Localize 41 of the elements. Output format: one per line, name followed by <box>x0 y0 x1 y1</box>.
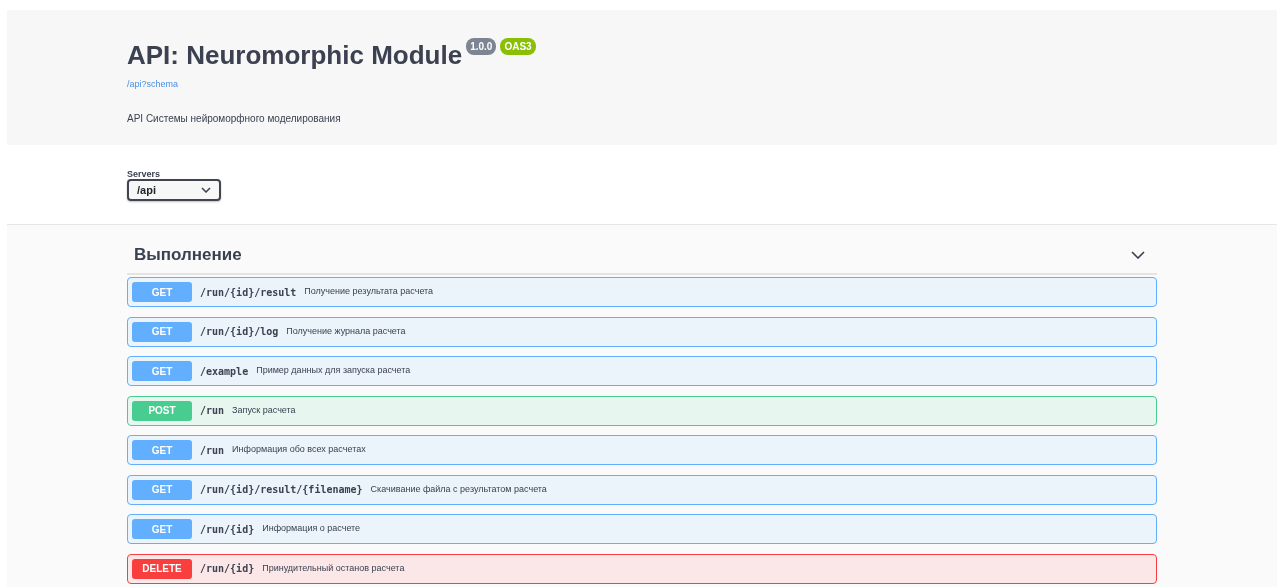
caret-icon <box>201 187 211 193</box>
api-description: API Системы нейроморфного моделирования <box>127 112 342 126</box>
chevron-icon <box>1131 251 1145 259</box>
endpoint-summary: Информация о расчете <box>262 522 361 536</box>
operation-row[interactable]: GET /run/{id}/log Получение журнала расчета <box>127 316 1157 347</box>
endpoint-path: /example <box>200 364 249 379</box>
operation-row[interactable]: GET /run/{id}/result/{filename} Скачивание файла с результатом расчета <box>127 474 1157 505</box>
operation-row[interactable]: GET /run Информация обо всех расчетах <box>127 435 1157 465</box>
servers-label: Servers <box>127 169 162 179</box>
endpoint-path: /run/{id}/result/{filename} <box>200 483 363 497</box>
method-badge: GET <box>132 519 192 539</box>
endpoint-summary: Информация обо всех расчетах <box>232 443 366 457</box>
endpoint-summary: Получение журнала расчета <box>286 324 406 338</box>
servers-select[interactable]: /api <box>127 179 221 201</box>
operation-row[interactable]: GET /example Пример данных для запуска расчета <box>127 356 1157 386</box>
operation-row[interactable]: GET /run/{id}/result Получение результата расчета <box>127 277 1157 307</box>
operation-row[interactable]: DELETE /run/{id} Принудительный останов расчета <box>127 553 1157 584</box>
spec-badge: OAS3 <box>500 38 536 55</box>
method-badge: GET <box>132 321 192 342</box>
method-badge: GET <box>132 361 192 381</box>
endpoint-summary: Пример данных для запуска расчета <box>256 364 411 378</box>
endpoint-path: /run/{id} <box>200 562 255 576</box>
endpoint-summary: Скачивание файла с результатом расчета <box>370 482 547 496</box>
method-badge: POST <box>132 400 192 421</box>
method-badge: DELETE <box>132 558 192 579</box>
method-badge: GET <box>132 282 192 302</box>
method-badge: GET <box>132 479 192 500</box>
endpoint-path: /run/{id} <box>200 522 255 537</box>
operation-row[interactable]: POST /run Запуск расчета <box>127 395 1157 426</box>
operation-row[interactable]: GET /run/{id} Информация о расчете <box>127 514 1157 544</box>
api-title: API: Neuromorphic Module <box>127 40 463 70</box>
endpoint-summary: Запуск расчета <box>232 403 296 417</box>
endpoint-summary: Получение результата расчета <box>304 285 434 299</box>
endpoint-path: /run <box>200 404 225 418</box>
endpoint-path: /run <box>200 443 225 458</box>
tag-header[interactable]: Выполнение <box>127 237 1157 275</box>
endpoint-path: /run/{id}/result <box>200 285 297 300</box>
endpoint-path: /run/{id}/log <box>200 325 279 339</box>
version-badge: 1.0.0 <box>466 38 497 55</box>
method-badge: GET <box>132 440 192 460</box>
endpoint-summary: Принудительный останов расчета <box>262 561 405 575</box>
